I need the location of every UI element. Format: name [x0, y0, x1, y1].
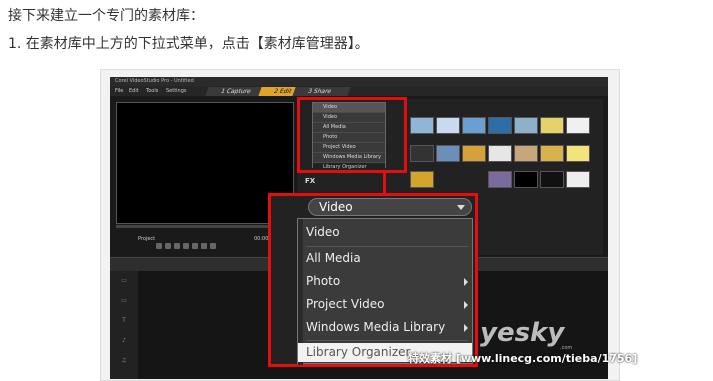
thumbnail[interactable]: [540, 171, 564, 188]
volume-icon[interactable]: [210, 243, 216, 249]
menu-item-photo[interactable]: Photo: [306, 270, 470, 293]
timecode: 00:00: [254, 236, 269, 242]
menu-tools[interactable]: Tools: [146, 86, 158, 96]
fx-label[interactable]: FX: [305, 177, 315, 185]
tab-share[interactable]: 3 Share: [292, 87, 351, 96]
track-headers: ▭ ▭ T ♪ ♫: [110, 271, 138, 379]
menu-item-label: Photo: [306, 274, 341, 288]
project-label: Project: [138, 236, 156, 242]
play-icon[interactable]: [156, 243, 162, 249]
forward-icon[interactable]: [183, 243, 189, 249]
thumbnail[interactable]: [436, 145, 460, 162]
menu-item-label: All Media: [306, 251, 361, 265]
dropdown-selected-value: Video: [319, 200, 353, 214]
menu-bar: File Edit Tools Settings: [110, 86, 608, 96]
library-dropdown-header[interactable]: Video: [308, 198, 472, 216]
highlight-box-small: [297, 97, 407, 173]
menu-file[interactable]: File: [115, 86, 123, 96]
thumbnail[interactable]: [566, 117, 590, 134]
window-title: Corel VideoStudio Pro - Untitled: [110, 77, 608, 86]
thumbnail[interactable]: [514, 145, 538, 162]
menu-item-label: Windows Media Library: [306, 320, 446, 334]
footer-watermark-text: 特效素材 [www.linecg.com/tieba/1756]: [408, 352, 638, 365]
chevron-down-icon[interactable]: [457, 205, 465, 210]
thumbnail[interactable]: [514, 171, 538, 188]
music-track-icon[interactable]: ♫: [110, 357, 138, 371]
home-icon[interactable]: [165, 243, 171, 249]
chevron-right-icon: [464, 301, 468, 309]
rewind-icon[interactable]: [174, 243, 180, 249]
library-dropdown-menu: Video All Media Photo Project Video Wind…: [297, 218, 473, 365]
thumbnail[interactable]: [410, 145, 434, 162]
intro-text: 接下来建立一个专门的素材库：: [8, 8, 204, 24]
thumbnail[interactable]: [488, 171, 512, 188]
thumbnail[interactable]: [488, 145, 512, 162]
thumbnail[interactable]: [540, 117, 564, 134]
repeat-icon[interactable]: [201, 243, 207, 249]
menu-separator: [306, 340, 468, 341]
step-1-text: 1. 在素材库中上方的下拉式菜单，点击【素材库管理器】。: [8, 36, 369, 52]
menu-item-label: Project Video: [306, 297, 385, 311]
thumbnail[interactable]: [540, 145, 564, 162]
title-track-icon[interactable]: T: [110, 317, 138, 331]
thumbnail[interactable]: [566, 171, 590, 188]
voice-track-icon[interactable]: ♪: [110, 337, 138, 351]
watermark-logo: yesky: [480, 318, 565, 348]
video-track-icon[interactable]: ▭: [110, 277, 138, 291]
menu-item-label: Library Organizer: [306, 345, 411, 359]
menu-item-all-media[interactable]: All Media: [306, 247, 470, 270]
thumbnail[interactable]: [462, 145, 486, 162]
menu-settings[interactable]: Settings: [166, 86, 187, 96]
menu-item-project-video[interactable]: Project Video: [306, 293, 470, 316]
menu-item-label: Video: [306, 225, 340, 239]
thumbnail[interactable]: [566, 145, 590, 162]
menu-item-video[interactable]: Video: [306, 221, 470, 244]
thumbnail[interactable]: [410, 171, 434, 188]
chevron-right-icon: [464, 278, 468, 286]
overlay-track-icon[interactable]: ▭: [110, 297, 138, 311]
chevron-right-icon: [464, 324, 468, 332]
menu-edit[interactable]: Edit: [129, 86, 139, 96]
end-icon[interactable]: [192, 243, 198, 249]
menu-item-windows-media-library[interactable]: Windows Media Library: [306, 316, 470, 339]
scrub-bar[interactable]: [116, 225, 292, 228]
thumbnail[interactable]: [488, 117, 512, 134]
thumbnail[interactable]: [514, 117, 538, 134]
thumbnail[interactable]: [436, 117, 460, 134]
thumbnail[interactable]: [410, 117, 434, 134]
thumbnail[interactable]: [462, 117, 486, 134]
